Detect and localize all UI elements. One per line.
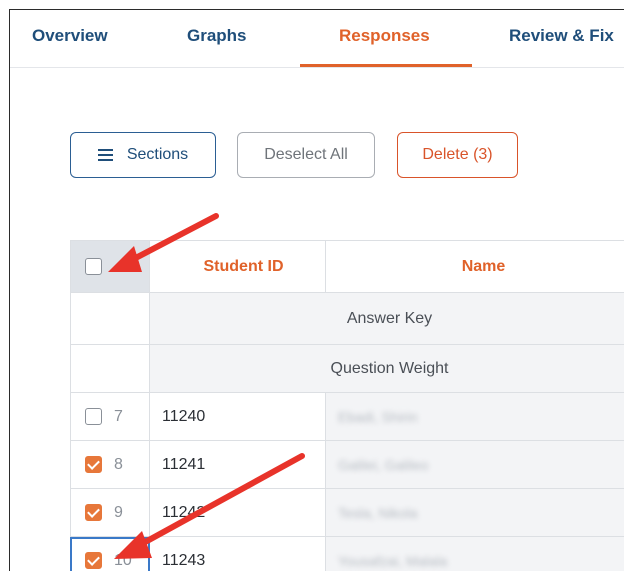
answer-key-row: Answer Key — [70, 293, 624, 345]
student-name: Tesla, Nikola — [338, 504, 418, 521]
menu-icon — [97, 149, 113, 161]
tab-responses[interactable]: Responses — [339, 26, 430, 46]
select-all-checkbox[interactable] — [85, 258, 102, 275]
student-id-cell[interactable]: 11242 — [150, 489, 326, 537]
tab-overview[interactable]: Overview — [32, 26, 108, 46]
row-number: 9 — [114, 503, 123, 521]
student-name: Yousafzai, Malala — [338, 552, 448, 569]
select-all-cell — [70, 240, 150, 293]
student-id-header[interactable]: Student ID — [150, 240, 326, 293]
app-frame: Overview Graphs Responses Review & Fix S… — [9, 9, 624, 571]
deselect-all-button[interactable]: Deselect All — [237, 132, 375, 178]
row-select-cell: 10 — [70, 537, 150, 571]
student-id-cell[interactable]: 11240 — [150, 393, 326, 441]
sections-label: Sections — [126, 146, 189, 163]
row-number: 7 — [114, 407, 123, 425]
table-row[interactable]: 8 11241 Galilei, Galileo — [70, 441, 624, 489]
student-name: Galilei, Galileo — [338, 456, 429, 473]
tab-bar: Overview Graphs Responses Review & Fix — [10, 10, 624, 68]
delete-button[interactable]: Delete (3) — [397, 132, 518, 178]
name-cell[interactable]: Ebadi, Shirin — [326, 393, 624, 441]
row-checkbox[interactable] — [85, 456, 102, 473]
row-select-cell: 8 — [70, 441, 150, 489]
question-weight-label[interactable]: Question Weight — [150, 345, 624, 393]
table-row[interactable]: 10 11243 Yousafzai, Malala — [70, 537, 624, 571]
question-weight-row: Question Weight — [70, 345, 624, 393]
answer-key-label[interactable]: Answer Key — [150, 293, 624, 345]
student-name: Ebadi, Shirin — [338, 408, 418, 425]
row-select-cell: 7 — [70, 393, 150, 441]
name-cell[interactable]: Yousafzai, Malala — [326, 537, 624, 571]
table-row[interactable]: 9 11242 Tesla, Nikola — [70, 489, 624, 537]
name-cell[interactable]: Galilei, Galileo — [326, 441, 624, 489]
student-id-cell[interactable]: 11243 — [150, 537, 326, 571]
row-checkbox[interactable] — [85, 552, 102, 569]
row-number: 8 — [114, 455, 123, 473]
active-tab-indicator — [300, 64, 472, 67]
row-checkbox[interactable] — [85, 504, 102, 521]
tab-review-fix[interactable]: Review & Fix — [509, 26, 614, 46]
row-select-cell: 9 — [70, 489, 150, 537]
question-weight-select-cell — [70, 345, 150, 393]
row-number: 10 — [114, 551, 132, 569]
answer-key-select-cell — [70, 293, 150, 345]
tab-graphs[interactable]: Graphs — [187, 26, 247, 46]
sections-button[interactable]: Sections — [70, 132, 216, 178]
name-cell[interactable]: Tesla, Nikola — [326, 489, 624, 537]
table-header: Student ID Name — [70, 240, 624, 293]
table-row[interactable]: 7 11240 Ebadi, Shirin — [70, 393, 624, 441]
row-checkbox[interactable] — [85, 408, 102, 425]
name-header[interactable]: Name — [326, 240, 624, 293]
student-id-cell[interactable]: 11241 — [150, 441, 326, 489]
